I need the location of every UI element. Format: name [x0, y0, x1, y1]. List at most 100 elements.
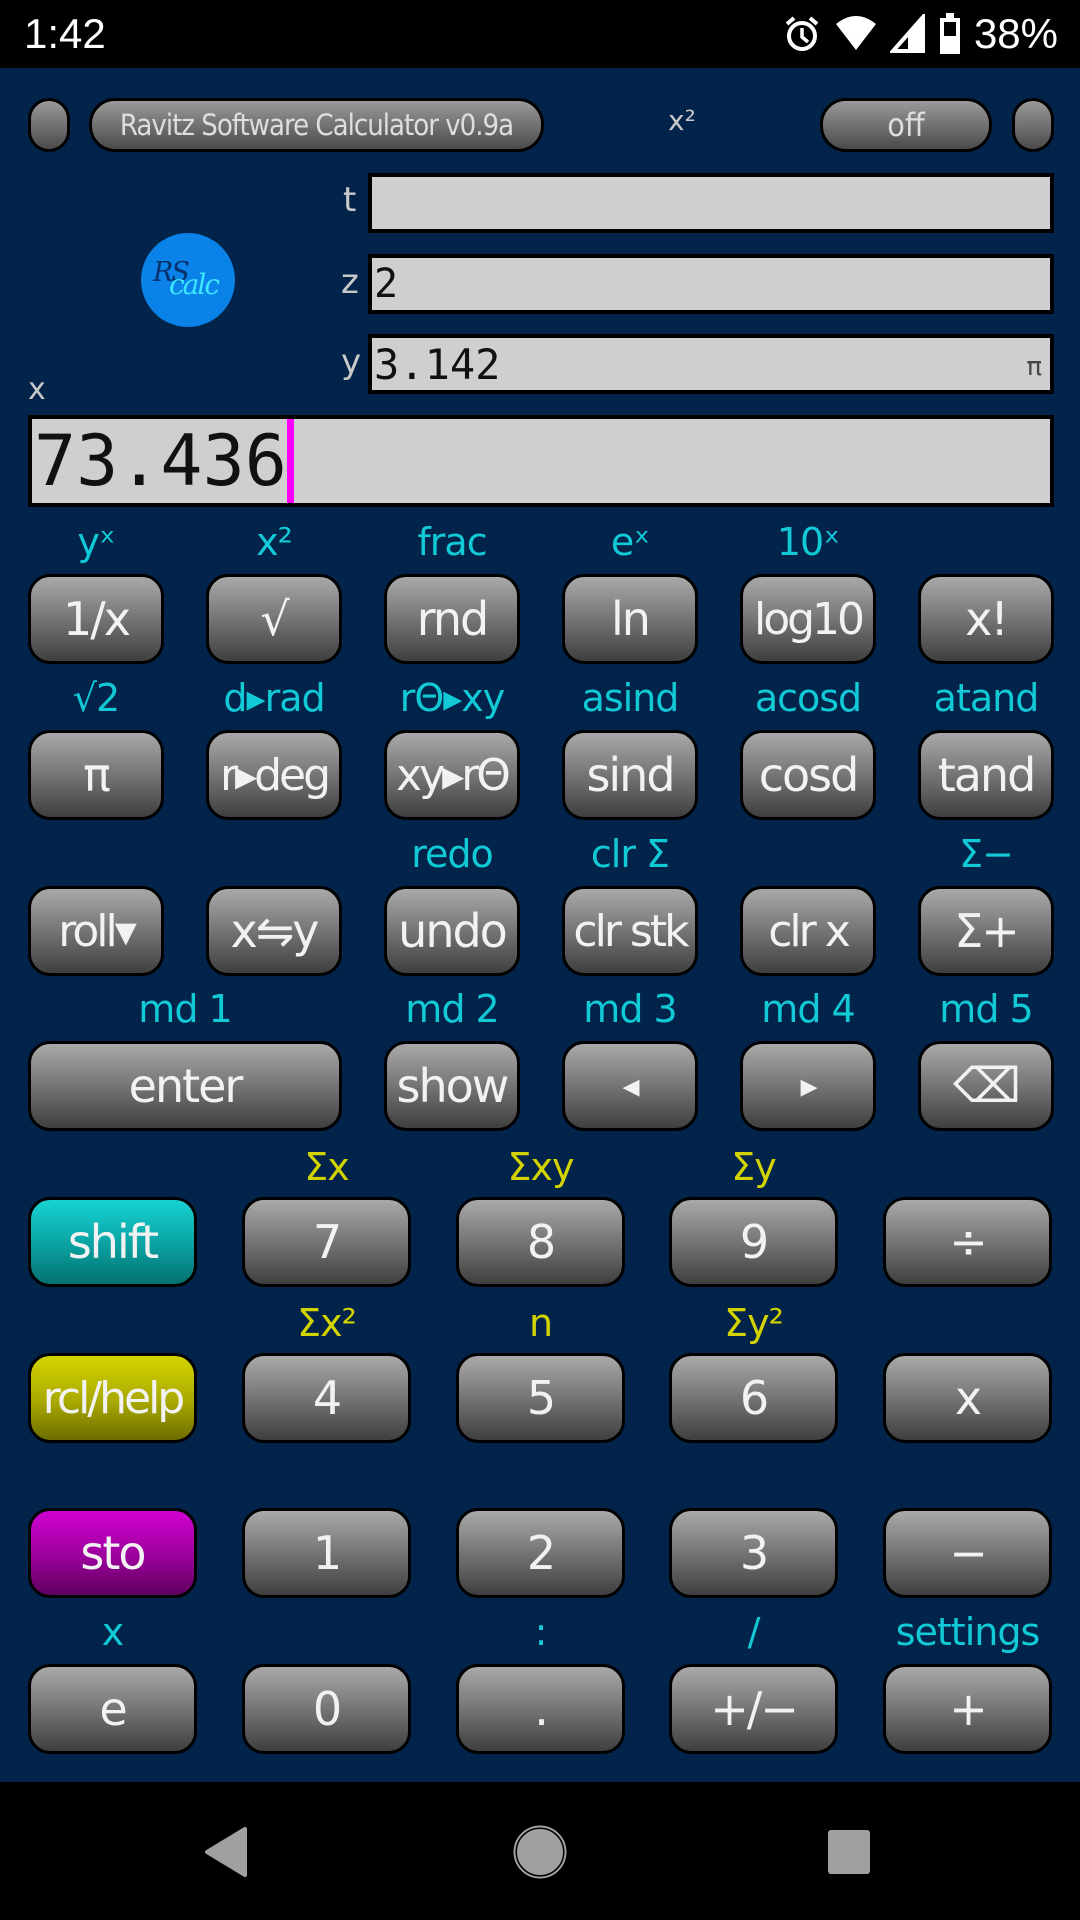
stat-label: n — [528, 1301, 553, 1345]
app-title-button[interactable]: Ravitz Software Calculator v0.9a — [89, 98, 544, 152]
2-key[interactable]: 2 — [456, 1508, 625, 1598]
stat-label: Σxy — [507, 1145, 575, 1189]
shift-label: √2 — [72, 676, 120, 720]
sto-key[interactable]: sto — [28, 1508, 197, 1598]
mode-indicator: x² — [668, 104, 696, 137]
roll-down-key[interactable]: roll▾ — [28, 886, 164, 976]
shift-label: rΘ▸xy — [399, 676, 506, 720]
cell-signal-icon — [889, 14, 925, 53]
register-y-label: y — [341, 342, 362, 382]
5-key[interactable]: 5 — [456, 1353, 625, 1443]
right-edge-button[interactable] — [1012, 98, 1054, 152]
undo-key[interactable]: undo — [384, 886, 520, 976]
show-key[interactable]: show — [384, 1041, 520, 1131]
0-key[interactable]: 0 — [242, 1664, 411, 1754]
cursor-left-key[interactable]: ◂ — [562, 1041, 698, 1131]
backspace-key[interactable]: ⌫ — [918, 1041, 1054, 1131]
swap-xy-key[interactable]: x⇋y — [206, 886, 342, 976]
shift-label: 10ˣ — [776, 520, 840, 564]
shift-label: md 5 — [939, 987, 1033, 1031]
register-x-value: 73.436 — [34, 420, 287, 502]
shift-label: x² — [256, 520, 293, 564]
7-key[interactable]: 7 — [242, 1197, 411, 1287]
sqrt-key[interactable]: √ — [206, 574, 342, 664]
1-key[interactable]: 1 — [242, 1508, 411, 1598]
pi-key[interactable]: π — [28, 730, 164, 820]
register-x-label: x — [28, 372, 46, 407]
shift-label: x — [101, 1610, 125, 1654]
stat-label: Σx² — [297, 1301, 357, 1345]
ln-key[interactable]: ln — [562, 574, 698, 664]
register-z-field: 2 — [368, 254, 1054, 314]
register-t-field — [368, 173, 1054, 233]
decimal-point-key[interactable]: . — [456, 1664, 625, 1754]
shift-label: frac — [417, 520, 487, 564]
3-key[interactable]: 3 — [669, 1508, 838, 1598]
sind-key[interactable]: sind — [562, 730, 698, 820]
rnd-key[interactable]: rnd — [384, 574, 520, 664]
cosd-key[interactable]: cosd — [740, 730, 876, 820]
shift-label: Σ− — [959, 832, 1014, 876]
stat-label: Σx — [304, 1145, 350, 1189]
status-bar: 1:42 38% — [0, 0, 1080, 68]
6-key[interactable]: 6 — [669, 1353, 838, 1443]
alarm-icon — [785, 16, 819, 51]
rcl-help-key[interactable]: rcl/help — [28, 1353, 197, 1443]
shift-label: yˣ — [77, 520, 115, 564]
register-t-label: t — [343, 180, 357, 220]
tand-key[interactable]: tand — [918, 730, 1054, 820]
shift-label: d▸rad — [223, 676, 325, 720]
register-x-field[interactable]: 73.436 — [28, 415, 1054, 507]
battery-percent: 38% — [973, 10, 1058, 57]
home-icon[interactable] — [513, 1825, 567, 1879]
pi-tag: π — [1026, 352, 1042, 382]
rad-to-deg-key[interactable]: r▸deg — [206, 730, 342, 820]
add-key[interactable]: + — [883, 1664, 1052, 1754]
8-key[interactable]: 8 — [456, 1197, 625, 1287]
register-z-label: z — [341, 262, 359, 302]
shift-label: md 2 — [405, 987, 499, 1031]
shift-key[interactable]: shift — [28, 1197, 197, 1287]
sigma-plus-key[interactable]: Σ+ — [918, 886, 1054, 976]
shift-label: eˣ — [610, 520, 650, 564]
battery-icon — [939, 13, 960, 54]
clr-x-key[interactable]: clr x — [740, 886, 876, 976]
wifi-icon — [835, 16, 876, 50]
shift-label: md 1 — [138, 987, 232, 1031]
navigation-bar — [0, 1782, 1080, 1920]
xy-to-polar-key[interactable]: xy▸rΘ — [384, 730, 520, 820]
logo-calc-text: calc — [169, 268, 220, 301]
change-sign-key[interactable]: +/− — [669, 1664, 838, 1754]
shift-label: atand — [933, 676, 1040, 720]
subtract-key[interactable]: − — [883, 1508, 1052, 1598]
enter-key[interactable]: enter — [28, 1041, 342, 1131]
shift-label: acosd — [754, 676, 862, 720]
back-icon[interactable] — [203, 1827, 249, 1877]
multiply-key[interactable]: x — [883, 1353, 1052, 1443]
9-key[interactable]: 9 — [669, 1197, 838, 1287]
shift-label: clr Σ — [590, 832, 670, 876]
4-key[interactable]: 4 — [242, 1353, 411, 1443]
register-y-field: 3.142 π — [368, 334, 1054, 394]
clr-stk-key[interactable]: clr stk — [562, 886, 698, 976]
register-y-value: 3.142 — [374, 339, 501, 389]
text-cursor — [286, 419, 294, 503]
recents-icon[interactable] — [828, 1830, 870, 1874]
status-icons: 38% — [782, 10, 1058, 58]
stat-label: Σy² — [724, 1301, 784, 1345]
off-button[interactable]: off — [820, 98, 992, 152]
shift-label: redo — [411, 832, 494, 876]
status-time: 1:42 — [24, 10, 106, 57]
shift-label: settings — [895, 1610, 1041, 1654]
shift-label: md 3 — [583, 987, 677, 1031]
shift-label: md 4 — [761, 987, 855, 1031]
cursor-right-key[interactable]: ▸ — [740, 1041, 876, 1131]
rscalc-logo: RS calc — [141, 233, 235, 327]
reciprocal-key[interactable]: 1/x — [28, 574, 164, 664]
left-edge-button[interactable] — [28, 98, 70, 152]
divide-key[interactable]: ÷ — [883, 1197, 1052, 1287]
factorial-key[interactable]: x! — [918, 574, 1054, 664]
log10-key[interactable]: log10 — [740, 574, 876, 664]
shift-label: : — [534, 1610, 548, 1654]
e-key[interactable]: e — [28, 1664, 197, 1754]
